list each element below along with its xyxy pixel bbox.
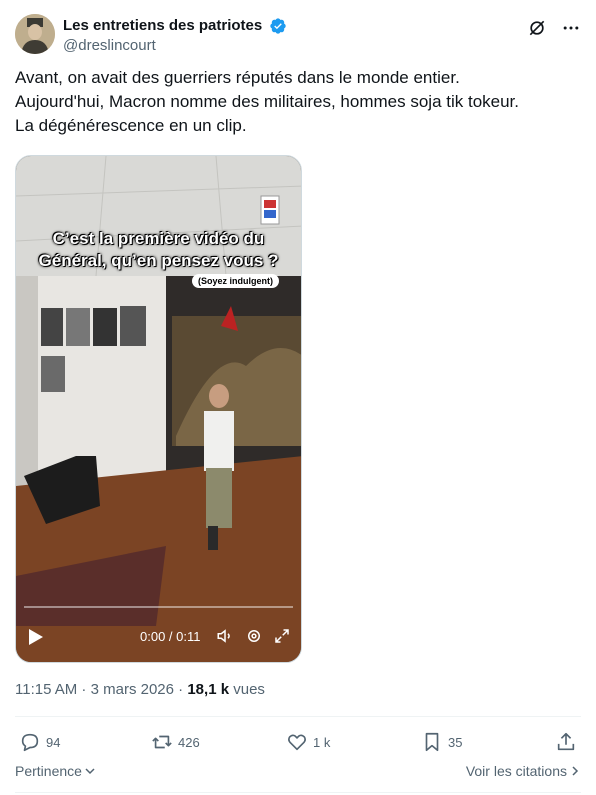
tweet-actions: 94 426 1 k 35 xyxy=(15,728,581,756)
like-count: 1 k xyxy=(313,734,331,750)
views-count: 18,1 k xyxy=(187,681,230,698)
video-time: 0:00 / 0:11 xyxy=(140,629,201,644)
bookmark-button[interactable]: 35 xyxy=(421,728,462,756)
heart-icon xyxy=(288,734,306,751)
volume-icon[interactable] xyxy=(216,627,234,645)
video-player[interactable]: C’est la première vidéo du Général, qu’e… xyxy=(15,155,302,663)
meta-separator: · xyxy=(77,681,91,698)
tweet-text-line: La dégénérescence en un clip. xyxy=(15,116,247,135)
meta-separator: · xyxy=(174,681,188,698)
replies-footer: Pertinence Voir les citations xyxy=(15,763,581,783)
views-label: vues xyxy=(229,681,265,698)
author-names: Les entretiens des patriotes @dreslincou… xyxy=(63,16,287,56)
play-icon[interactable] xyxy=(28,628,44,646)
tweet-text-line: Aujourd'hui, Macron nomme des militaires… xyxy=(15,92,520,111)
chevron-down-icon xyxy=(85,768,95,775)
repost-button[interactable]: 426 xyxy=(151,728,200,756)
handle[interactable]: @dreslincourt xyxy=(63,36,287,56)
tweet-date[interactable]: 3 mars 2026 xyxy=(91,681,174,698)
tweet-header: Les entretiens des patriotes @dreslincou… xyxy=(15,14,581,58)
grok-icon[interactable] xyxy=(527,18,547,38)
sort-relevance-label: Pertinence xyxy=(15,763,82,779)
video-caption-line: C’est la première vidéo du xyxy=(52,229,265,248)
tweet-text-line: Avant, on avait des guerriers réputés da… xyxy=(15,68,460,87)
tweet-time[interactable]: 11:15 AM xyxy=(15,681,77,698)
bookmark-count: 35 xyxy=(448,734,463,750)
video-caption-line: Général, qu’en pensez vous ? xyxy=(38,251,279,270)
sort-relevance-button[interactable]: Pertinence xyxy=(15,763,96,779)
like-button[interactable]: 1 k xyxy=(286,728,330,756)
divider xyxy=(15,716,581,717)
more-options-icon[interactable] xyxy=(561,18,581,38)
bookmark-icon xyxy=(425,732,439,752)
reply-count: 94 xyxy=(46,734,61,750)
avatar[interactable] xyxy=(15,14,55,54)
video-sub-caption: (Soyez indulgent) xyxy=(192,274,279,288)
video-caption: C’est la première vidéo du Général, qu’e… xyxy=(16,228,301,272)
repost-count: 426 xyxy=(178,734,200,750)
share-icon xyxy=(557,732,575,751)
verified-badge-icon xyxy=(270,18,286,34)
repost-icon xyxy=(152,735,172,749)
chevron-right-icon xyxy=(572,766,579,776)
reply-icon xyxy=(21,733,39,752)
view-quotes-link[interactable]: Voir les citations xyxy=(466,763,581,779)
settings-icon[interactable] xyxy=(245,627,263,645)
fullscreen-icon[interactable] xyxy=(273,627,291,645)
display-name[interactable]: Les entretiens des patriotes xyxy=(63,16,262,36)
divider xyxy=(15,792,581,793)
video-controls: 0:00 / 0:11 xyxy=(16,606,301,662)
video-progress-bar[interactable] xyxy=(24,606,293,608)
view-quotes-label: Voir les citations xyxy=(465,763,567,779)
share-button[interactable] xyxy=(555,728,582,756)
tweet-meta: 11:15 AM · 3 mars 2026 · 18,1 k vues xyxy=(15,680,265,700)
tweet-text: Avant, on avait des guerriers réputés da… xyxy=(15,66,575,138)
reply-button[interactable]: 94 xyxy=(19,728,60,756)
